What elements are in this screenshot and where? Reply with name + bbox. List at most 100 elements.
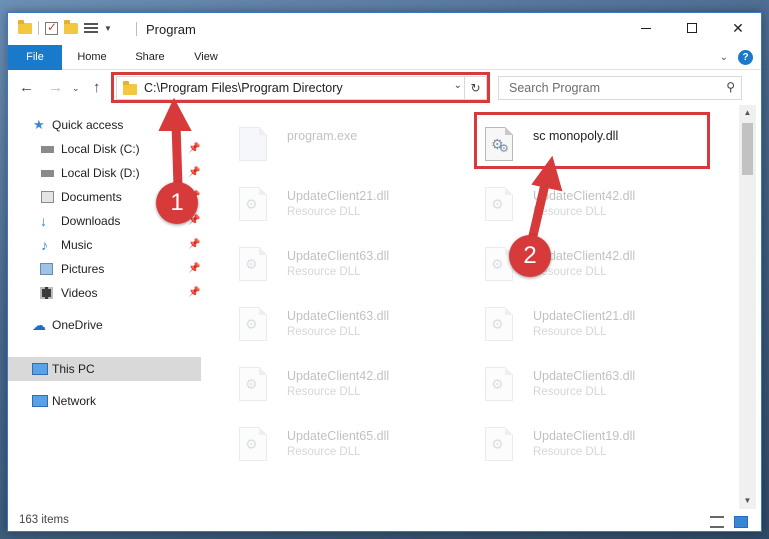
new-folder-icon[interactable] (64, 19, 78, 34)
sidebar-item-quick-access[interactable]: ★ Quick access (8, 113, 201, 137)
tab-file[interactable]: File (8, 45, 62, 70)
sidebar-item-local-disk-c[interactable]: Local Disk (C:) 📌 (8, 137, 201, 161)
pin-icon[interactable]: 📌 (188, 281, 200, 305)
cloud-icon: ☁ (32, 317, 46, 333)
sidebar-item-label: Downloads (61, 214, 121, 228)
navigation-bar: ← → ⌄ ↑ C:\Program Files\Program Directo… (8, 71, 761, 105)
sidebar-item-label: Documents (61, 190, 122, 204)
sidebar-item-label: Music (61, 238, 93, 252)
file-item[interactable]: ⚙ UpdateClient63.dll Resource DLL (459, 359, 689, 411)
search-placeholder: Search Program (509, 81, 601, 95)
file-item-program-exe[interactable]: program.exe (213, 119, 443, 171)
tab-home[interactable]: Home (68, 45, 116, 70)
file-item[interactable]: ⚙ UpdateClient63.dll Resource DLL (213, 299, 443, 351)
help-icon[interactable]: ? (738, 50, 753, 65)
maximize-button[interactable] (669, 13, 715, 43)
tab-share[interactable]: Share (126, 45, 174, 70)
file-type: Resource DLL (287, 266, 361, 278)
pin-icon[interactable]: 📌 (188, 233, 200, 257)
file-name: UpdateClient63.dll (287, 309, 390, 323)
item-count: 163 items (19, 514, 69, 526)
file-name: UpdateClient21.dll (533, 309, 636, 323)
minimize-button[interactable] (623, 13, 669, 43)
file-name: program.exe (287, 129, 358, 143)
up-arrow-icon[interactable]: ↑ (93, 79, 101, 96)
sidebar-item-videos[interactable]: Videos 📌 (8, 281, 201, 305)
file-name: UpdateClient21.dll (287, 189, 390, 203)
file-item[interactable]: ⚙ UpdateClient19.dll Resource DLL (459, 419, 689, 471)
gear-icon: ⚙ (245, 316, 258, 332)
pin-icon[interactable]: 📌 (188, 257, 200, 281)
gear-icon: ⚙ (245, 196, 258, 212)
sidebar-item-onedrive[interactable]: ☁ OneDrive (8, 313, 201, 337)
pin-icon[interactable]: 📌 (188, 161, 200, 185)
network-icon (32, 395, 48, 407)
document-icon (239, 127, 267, 161)
ribbon: File Home Share View ⌄ ? (8, 45, 761, 70)
sidebar-item-music[interactable]: ♪ Music 📌 (8, 233, 201, 257)
sidebar-item-label: Local Disk (C:) (61, 142, 140, 156)
details-view-icon[interactable] (710, 516, 724, 528)
large-icons-view-icon[interactable] (734, 516, 748, 528)
star-icon: ★ (33, 117, 45, 132)
file-name: UpdateClient63.dll (287, 249, 390, 263)
search-icon[interactable]: ⚲ (726, 80, 735, 94)
sidebar-item-this-pc[interactable]: This PC (8, 357, 201, 381)
file-name: UpdateClient42.dll (287, 369, 390, 383)
quick-access-toolbar: ▼ (18, 19, 112, 35)
computer-icon (32, 363, 48, 375)
file-type: Resource DLL (287, 446, 361, 458)
pin-icon[interactable]: 📌 (188, 137, 200, 161)
chevron-down-icon[interactable]: ▼ (104, 24, 112, 33)
address-highlight-box (111, 72, 490, 103)
dll-file-icon: ⚙ (239, 307, 271, 343)
ribbon-controls: ⌄ ? (720, 50, 753, 65)
music-icon: ♪ (41, 237, 48, 253)
dll-file-icon: ⚙ (239, 247, 271, 283)
file-type: Resource DLL (287, 326, 361, 338)
sidebar-item-pictures[interactable]: Pictures 📌 (8, 257, 201, 281)
folder-icon (18, 19, 32, 34)
forward-arrow-icon[interactable]: → (48, 79, 63, 96)
drive-icon (41, 146, 54, 153)
maximize-icon (687, 23, 697, 33)
scroll-thumb[interactable] (742, 123, 753, 175)
sidebar-item-label: OneDrive (52, 318, 103, 332)
file-type: Resource DLL (533, 386, 607, 398)
callout-badge-2: 2 (509, 235, 551, 277)
file-item[interactable]: ⚙ UpdateClient65.dll Resource DLL (213, 419, 443, 471)
scroll-up-icon[interactable]: ▲ (739, 105, 756, 121)
window-title: Program (146, 22, 196, 37)
file-item[interactable]: ⚙ UpdateClient42.dll Resource DLL (459, 239, 689, 291)
file-item[interactable]: ⚙ UpdateClient21.dll Resource DLL (213, 179, 443, 231)
file-item[interactable]: ⚙ UpdateClient63.dll Resource DLL (213, 239, 443, 291)
file-type: Resource DLL (533, 206, 607, 218)
expand-ribbon-icon[interactable]: ⌄ (720, 52, 728, 63)
list-properties-icon[interactable] (84, 22, 98, 34)
dll-file-icon: ⚙ (485, 307, 517, 343)
search-box[interactable]: Search Program ⚲ (498, 76, 742, 100)
dll-file-icon: ⚙ (485, 367, 517, 403)
status-bar: 163 items (8, 511, 761, 531)
exe-file-icon (239, 127, 271, 163)
dll-file-icon: ⚙ (485, 187, 517, 223)
gear-icon: ⚙ (245, 376, 258, 392)
navigation-pane: ★ Quick access Local Disk (C:) 📌 Local D… (8, 111, 201, 509)
back-arrow-icon[interactable]: ← (19, 79, 34, 96)
file-type: Resource DLL (533, 446, 607, 458)
file-item[interactable]: ⚙ UpdateClient42.dll Resource DLL (459, 179, 689, 231)
drive-icon (41, 170, 54, 177)
file-item[interactable]: ⚙ UpdateClient42.dll Resource DLL (213, 359, 443, 411)
dll-file-icon: ⚙ (239, 187, 271, 223)
scroll-down-icon[interactable]: ▼ (739, 493, 756, 509)
minimize-icon (641, 27, 651, 29)
file-highlight-box (474, 112, 710, 169)
recent-chevron-icon[interactable]: ⌄ (72, 83, 80, 94)
close-button[interactable]: ✕ (715, 13, 761, 43)
properties-check-icon[interactable] (45, 20, 58, 35)
dll-file-icon: ⚙ (239, 427, 271, 463)
vertical-scrollbar[interactable]: ▲ ▼ (739, 105, 756, 509)
file-item[interactable]: ⚙ UpdateClient21.dll Resource DLL (459, 299, 689, 351)
sidebar-item-network[interactable]: Network (8, 389, 201, 413)
tab-view[interactable]: View (182, 45, 230, 70)
